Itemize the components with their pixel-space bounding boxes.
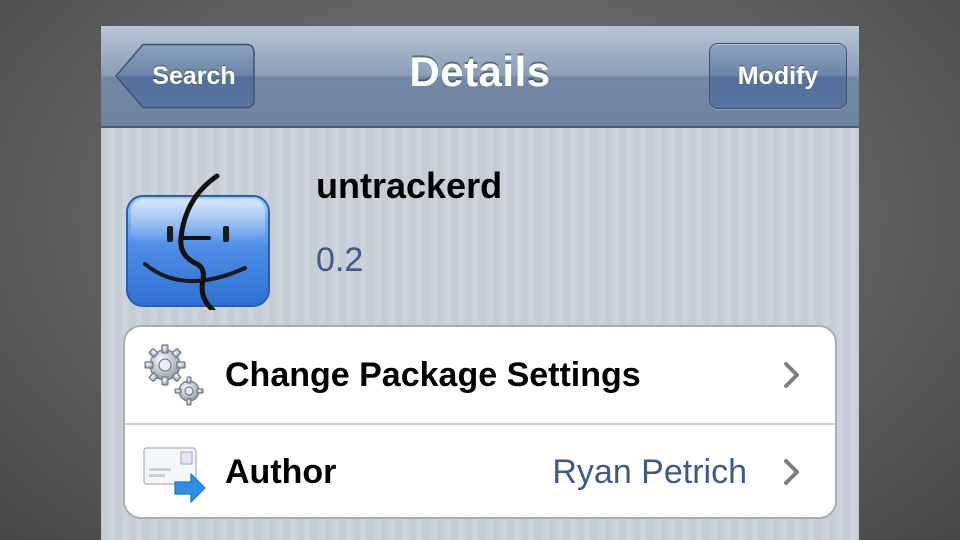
author-row[interactable]: Author Ryan Petrich <box>125 424 835 517</box>
mail-author-icon <box>141 438 209 506</box>
gears-icon <box>141 341 209 409</box>
finder-face-icon <box>125 168 271 313</box>
package-version: 0.2 <box>316 241 364 279</box>
details-table: Change Package Settings Author Ryan Petr… <box>123 325 837 519</box>
chevron-right-icon <box>784 362 799 388</box>
author-value: Ryan Petrich <box>552 452 747 491</box>
phone-screen: Search Details Modify untrackerd 0.2 Cha… <box>101 26 859 540</box>
package-name: untrackerd <box>316 165 503 206</box>
author-label: Author <box>225 452 337 491</box>
change-package-settings-row[interactable]: Change Package Settings <box>125 327 835 425</box>
navigation-bar: Search Details Modify <box>101 26 859 128</box>
chevron-right-icon <box>784 459 799 485</box>
modify-button[interactable]: Modify <box>709 43 847 109</box>
change-package-settings-label: Change Package Settings <box>225 355 641 394</box>
